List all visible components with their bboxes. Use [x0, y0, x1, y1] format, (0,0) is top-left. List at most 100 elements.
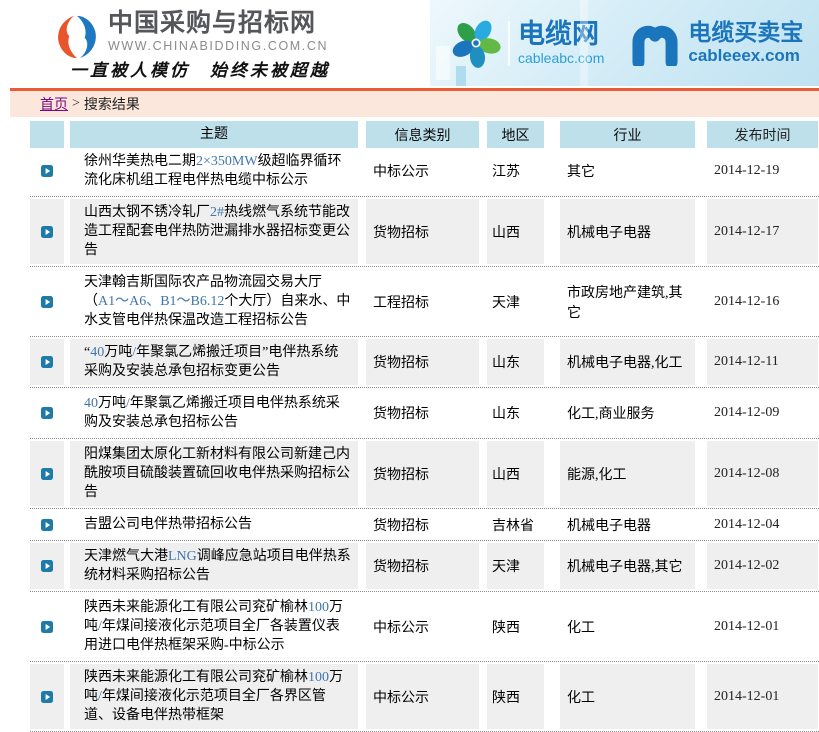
play-arrow-icon: [41, 519, 53, 531]
table-row: 40万吨/年聚氯乙烯搬迁项目电伴热系统采购及安装总承包招标公告 货物招标 山东 …: [30, 390, 819, 436]
title-text-segment: 天津燃气大港: [84, 549, 168, 564]
result-date: 2014-12-09: [707, 390, 818, 436]
table-row: 阳煤集团太原化工新材料有限公司新建己内酰胺项目硫酸装置硫回收电伴热采购招标公告 …: [30, 441, 819, 506]
result-category: 货物招标: [366, 199, 479, 264]
row-bullet-cell: [30, 441, 64, 506]
ad-decor-block: [436, 46, 450, 80]
result-category: 货物招标: [366, 543, 479, 589]
header-category: 信息类别: [366, 121, 479, 148]
table-row: 天津燃气大港LNG调峰应急站项目电伴热系统材料采购招标公告 货物招标 天津 机械…: [30, 543, 819, 589]
play-arrow-icon: [41, 691, 53, 703]
result-category: 货物招标: [366, 511, 479, 538]
result-title-link[interactable]: 吉盟公司电伴热带招标公告: [84, 515, 252, 534]
result-category: 中标公示: [366, 664, 479, 729]
row-separator: [30, 336, 819, 337]
title-highlight-segment: 40: [90, 345, 104, 360]
site-url: WWW.CHINABIDDING.COM.CN: [108, 39, 328, 53]
result-date: 2014-12-19: [707, 148, 818, 194]
title-text-segment: 年煤间接液化示范项目全厂各装置仪表用进口电伴热框架采购-中标公示: [84, 619, 340, 653]
result-category: 货物招标: [366, 339, 479, 385]
result-title-cell: 山西太钢不锈冷轧厂2#热线燃气系统节能改造工程配套电伴热防泄漏排水器招标变更公告: [70, 199, 358, 264]
row-separator: [30, 661, 819, 662]
result-industry: 机械电子电器: [560, 511, 695, 538]
result-date: 2014-12-04: [707, 511, 818, 538]
result-title-cell: 40万吨/年聚氯乙烯搬迁项目电伴热系统采购及安装总承包招标公告: [70, 390, 358, 436]
title-text-segment: 陕西未来能源化工有限公司兖矿榆林: [84, 670, 308, 685]
result-title-link[interactable]: 陕西未来能源化工有限公司兖矿榆林100万吨/年煤间接液化示范项目全厂各装置仪表用…: [84, 598, 352, 655]
cableabc-name: 电缆网: [518, 21, 604, 48]
play-arrow-icon: [41, 407, 53, 419]
result-title-cell: “40万吨/年聚氯乙烯搬迁项目”电伴热系统采购及安装总承包招标变更公告: [70, 339, 358, 385]
result-title-cell: 陕西未来能源化工有限公司兖矿榆林100万吨/年煤间接液化示范项目全厂各装置仪表用…: [70, 594, 358, 659]
play-arrow-icon: [41, 356, 53, 368]
result-industry: 化工: [560, 594, 695, 659]
search-results-table: 主题 信息类别 地区 行业 发布时间 徐州华美热电二期2×350MW级超临界循环…: [30, 121, 819, 732]
result-category: 中标公示: [366, 148, 479, 194]
site-logo-link[interactable]: 中国采购与招标网 WWW.CHINABIDDING.COM.CN: [54, 10, 328, 60]
row-separator: [30, 196, 819, 197]
site-logo-texts: 中国采购与招标网 WWW.CHINABIDDING.COM.CN: [108, 10, 328, 53]
result-industry: 机械电子电器,其它: [560, 543, 695, 589]
table-row: 陕西未来能源化工有限公司兖矿榆林100万吨/年煤间接液化示范项目全厂各装置仪表用…: [30, 594, 819, 659]
result-industry: 化工: [560, 664, 695, 729]
cableeex-domain: cableeex.com: [688, 46, 803, 66]
result-date: 2014-12-16: [707, 269, 818, 334]
result-date: 2014-12-17: [707, 199, 818, 264]
result-title-link[interactable]: 天津燃气大港LNG调峰应急站项目电伴热系统材料采购招标公告: [84, 547, 352, 585]
title-highlight-segment: 2×350MW: [196, 154, 258, 169]
result-title-link[interactable]: 陕西未来能源化工有限公司兖矿榆林100万吨/年煤间接液化示范项目全厂各界区管道、…: [84, 668, 352, 725]
ad-cableeex-banner[interactable]: 电缆买卖宝 cableeex.com: [630, 20, 803, 66]
result-category: 货物招标: [366, 441, 479, 506]
site-logo-swirl-icon: [54, 14, 100, 60]
title-highlight-segment: 100: [308, 670, 329, 685]
breadcrumb-home-link[interactable]: 首页: [40, 94, 68, 114]
result-industry: 机械电子电器,化工: [560, 339, 695, 385]
ad-decor-block: [580, 0, 588, 86]
result-title-link[interactable]: 徐州华美热电二期2×350MW级超临界循环流化床机组工程电伴热电缆中标公示: [84, 152, 352, 190]
title-highlight-segment: 100: [308, 600, 329, 615]
ad-decor-block: [456, 66, 466, 86]
result-date: 2014-12-01: [707, 594, 818, 659]
result-title-link[interactable]: 山西太钢不锈冷轧厂2#热线燃气系统节能改造工程配套电伴热防泄漏排水器招标变更公告: [84, 203, 352, 260]
result-region: 江苏: [487, 148, 544, 194]
result-region: 陕西: [487, 594, 544, 659]
row-bullet-cell: [30, 339, 64, 385]
result-title-link[interactable]: 阳煤集团太原化工新材料有限公司新建己内酰胺项目硫酸装置硫回收电伴热采购招标公告: [84, 445, 352, 502]
title-text-segment: 万吨: [98, 396, 126, 411]
result-title-link[interactable]: 天津翰吉斯国际农产品物流园交易大厅（A1～A6、B1～B6.12个大厅）自来水、…: [84, 273, 352, 330]
result-category: 中标公示: [366, 594, 479, 659]
title-text-segment: 陕西未来能源化工有限公司兖矿榆林: [84, 600, 308, 615]
title-text-segment: 吉盟公司电伴热带招标公告: [84, 517, 252, 532]
row-bullet-cell: [30, 594, 64, 659]
table-row: “40万吨/年聚氯乙烯搬迁项目”电伴热系统采购及安装总承包招标变更公告 货物招标…: [30, 339, 819, 385]
header-region: 地区: [487, 121, 544, 148]
row-separator: [30, 591, 819, 592]
row-bullet-cell: [30, 511, 64, 538]
table-header-row: 主题 信息类别 地区 行业 发布时间: [30, 121, 819, 148]
row-bullet-cell: [30, 664, 64, 729]
result-region: 山西: [487, 199, 544, 264]
row-bullet-cell: [30, 199, 64, 264]
cableeex-m-icon: [630, 20, 680, 66]
breadcrumb: 首页 > 搜索结果: [10, 88, 819, 117]
cableeex-texts: 电缆买卖宝 cableeex.com: [688, 20, 803, 65]
result-title-link[interactable]: “40万吨/年聚氯乙烯搬迁项目”电伴热系统采购及安装总承包招标变更公告: [84, 343, 352, 381]
title-highlight-segment: 2#: [210, 205, 224, 220]
title-text-segment: 徐州华美热电二期: [84, 154, 196, 169]
title-highlight-segment: A1～A6、B1～B6.12: [98, 294, 224, 309]
title-highlight-segment: LNG: [168, 549, 197, 564]
row-separator: [30, 266, 819, 267]
play-arrow-icon: [41, 560, 53, 572]
header-subject: 主题: [70, 121, 358, 148]
row-separator: [30, 387, 819, 388]
title-text-segment: 年煤间接液化示范项目全厂各界区管道、设备电伴热带框架: [84, 689, 326, 723]
cableabc-flower-icon: [450, 17, 502, 69]
title-highlight-segment: 40: [84, 396, 98, 411]
result-region: 吉林省: [487, 511, 544, 538]
cableeex-name: 电缆买卖宝: [688, 20, 803, 44]
result-industry: 机械电子电器: [560, 199, 695, 264]
result-date: 2014-12-01: [707, 664, 818, 729]
result-title-link[interactable]: 40万吨/年聚氯乙烯搬迁项目电伴热系统采购及安装总承包招标公告: [84, 394, 352, 432]
result-category: 工程招标: [366, 269, 479, 334]
result-industry: 化工,商业服务: [560, 390, 695, 436]
